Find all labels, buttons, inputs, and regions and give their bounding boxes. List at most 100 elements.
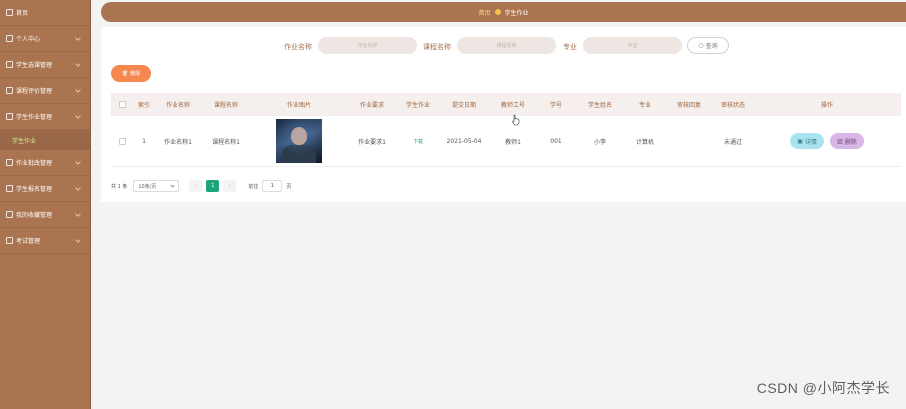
sidebar-item-label: 学生选课管理 bbox=[16, 62, 53, 69]
homework-image[interactable] bbox=[276, 119, 322, 163]
sidebar-item-label: 课程评价管理 bbox=[16, 88, 53, 95]
sidebar-subitem-student-homework[interactable]: 学生作业 bbox=[0, 130, 90, 150]
chevron-down-icon bbox=[75, 35, 81, 41]
breadcrumb: 首页 学生作业 bbox=[101, 2, 906, 22]
detail-button[interactable]: ▣ 详情 bbox=[790, 133, 825, 149]
col-student-name[interactable]: 学生姓名 bbox=[575, 100, 625, 109]
prev-page-button[interactable]: ‹ bbox=[189, 180, 203, 192]
chevron-down-icon bbox=[75, 185, 81, 191]
col-review-status[interactable]: 审核状态 bbox=[713, 100, 753, 109]
col-submit-date[interactable]: 提交日期 bbox=[439, 100, 489, 109]
col-major[interactable]: 专业 bbox=[625, 100, 665, 109]
homework-table: 索引 作业名称 课程名称 作业图片 作业要求 学生作业 提交日期 教师工号 学号… bbox=[111, 93, 901, 167]
grid-icon bbox=[6, 159, 13, 166]
grid-icon bbox=[6, 211, 13, 218]
query-button-label: 查询 bbox=[705, 43, 718, 50]
query-button[interactable]: ○ 查询 bbox=[687, 37, 729, 54]
row-checkbox[interactable] bbox=[118, 137, 126, 145]
sidebar-item-grading[interactable]: 作业批改管理 bbox=[0, 150, 90, 176]
user-icon bbox=[6, 35, 13, 42]
table-header: 索引 作业名称 课程名称 作业图片 作业要求 学生作业 提交日期 教师工号 学号… bbox=[111, 93, 901, 116]
sidebar-item-profile[interactable]: 个人中心 bbox=[0, 26, 90, 52]
sidebar-item-homework[interactable]: 学生作业管理 bbox=[0, 104, 90, 130]
col-review-reply[interactable]: 审核回复 bbox=[665, 100, 713, 109]
sidebar-item-course-select[interactable]: 学生选课管理 bbox=[0, 52, 90, 78]
major-input[interactable]: 专业 bbox=[583, 37, 682, 54]
cell-homework-name: 作业名称1 bbox=[164, 138, 192, 146]
search-label-course-name: 课程名称 bbox=[423, 43, 451, 51]
detail-button-label: 详情 bbox=[804, 138, 817, 146]
chevron-right-icon: › bbox=[228, 183, 231, 189]
sidebar-item-label: 学生报名管理 bbox=[16, 186, 53, 193]
grid-icon bbox=[6, 237, 13, 244]
chevron-down-icon bbox=[75, 113, 81, 119]
col-student-id[interactable]: 学号 bbox=[537, 100, 575, 109]
home-icon bbox=[6, 9, 13, 16]
main-panel: 作业名称 作业名称 课程名称 课程名称 专业 专业 ○ 查询 🗑 删除 索引 作业名… bbox=[101, 27, 906, 202]
grid-icon bbox=[6, 61, 13, 68]
batch-delete-button[interactable]: 🗑 删除 bbox=[111, 65, 151, 82]
breadcrumb-current: 学生作业 bbox=[504, 9, 529, 17]
trash-icon: ▥ bbox=[837, 137, 843, 145]
col-homework-image[interactable]: 作业图片 bbox=[251, 100, 347, 109]
sidebar-item-course-review[interactable]: 课程评价管理 bbox=[0, 78, 90, 104]
page-size-select[interactable]: 10条/页 bbox=[133, 180, 180, 192]
sidebar-item-enrollment[interactable]: 学生报名管理 bbox=[0, 176, 90, 202]
col-teacher-id[interactable]: 教师工号 bbox=[489, 100, 537, 109]
pagination-total: 共 1 条 bbox=[111, 183, 128, 190]
hand-cursor-icon bbox=[512, 114, 520, 126]
grid-icon bbox=[6, 87, 13, 94]
download-link[interactable]: 下载 bbox=[397, 138, 439, 145]
col-requirement[interactable]: 作业要求 bbox=[347, 100, 397, 109]
sidebar-item-favorites[interactable]: 我的收藏管理 bbox=[0, 202, 90, 228]
col-student-homework[interactable]: 学生作业 bbox=[397, 100, 439, 109]
chevron-down-icon bbox=[170, 183, 175, 188]
search-form: 作业名称 作业名称 课程名称 课程名称 专业 专业 ○ 查询 bbox=[101, 36, 906, 56]
cell-index: 1 bbox=[142, 137, 146, 145]
search-icon: ○ bbox=[698, 42, 704, 49]
detail-icon: ▣ bbox=[797, 137, 803, 145]
pagination: 共 1 条 10条/页 ‹ 1 › 前往 1 页 bbox=[111, 179, 291, 193]
cell-student-name: 小李 bbox=[593, 138, 606, 146]
sidebar-item-home[interactable]: 首页 bbox=[0, 0, 90, 26]
search-label-major: 专业 bbox=[563, 43, 577, 51]
chevron-down-icon bbox=[75, 61, 81, 67]
col-homework-name[interactable]: 作业名称 bbox=[155, 100, 201, 109]
cell-teacher-id: 教师1 bbox=[505, 138, 521, 146]
chevron-down-icon bbox=[75, 87, 81, 93]
breadcrumb-separator-icon bbox=[494, 9, 501, 15]
homework-name-input[interactable]: 作业名称 bbox=[318, 37, 417, 54]
delete-button[interactable]: ▥ 删除 bbox=[829, 133, 864, 149]
chevron-down-icon bbox=[75, 237, 81, 243]
breadcrumb-home[interactable]: 首页 bbox=[478, 8, 490, 17]
cell-student-id: 001 bbox=[550, 137, 562, 145]
goto-label: 前往 bbox=[248, 183, 259, 190]
table-row: 1 作业名称1 课程名称1 作业要求1 下载 2021-05-04 教师1 00… bbox=[111, 116, 901, 167]
page-size-value: 10条/页 bbox=[138, 183, 157, 190]
sidebar-item-exam[interactable]: 考试管理 bbox=[0, 228, 90, 254]
grid-icon bbox=[6, 185, 13, 192]
select-all-checkbox[interactable] bbox=[118, 100, 126, 108]
cell-review-status: 未通过 bbox=[723, 138, 742, 146]
col-index: 索引 bbox=[137, 101, 150, 109]
cell-submit-date: 2021-05-04 bbox=[446, 137, 482, 145]
page-number-current[interactable]: 1 bbox=[206, 180, 220, 192]
chevron-down-icon bbox=[75, 211, 81, 217]
goto-page-input[interactable]: 1 bbox=[262, 180, 283, 192]
next-page-button[interactable]: › bbox=[223, 180, 237, 192]
sidebar: 首页 个人中心 学生选课管理 课程评价管理 学生作业管理 学生作业 作业批改管理… bbox=[0, 0, 91, 409]
search-label-homework-name: 作业名称 bbox=[284, 43, 312, 51]
col-course-name[interactable]: 课程名称 bbox=[201, 100, 251, 109]
batch-delete-label: 删除 bbox=[130, 71, 141, 77]
goto-page-suffix: 页 bbox=[286, 183, 292, 190]
sidebar-item-label: 我的收藏管理 bbox=[16, 212, 53, 219]
sidebar-item-label: 个人中心 bbox=[16, 36, 41, 43]
delete-button-label: 删除 bbox=[844, 138, 857, 146]
course-name-input[interactable]: 课程名称 bbox=[457, 37, 556, 54]
sidebar-item-label: 考试管理 bbox=[16, 238, 41, 245]
sidebar-item-label: 首页 bbox=[16, 10, 29, 17]
sidebar-item-label: 作业批改管理 bbox=[16, 160, 53, 167]
row-actions: ▣ 详情 ▥ 删除 bbox=[753, 133, 901, 149]
chevron-left-icon: ‹ bbox=[194, 183, 197, 189]
watermark: CSDN @小阿杰学长 bbox=[756, 380, 890, 396]
